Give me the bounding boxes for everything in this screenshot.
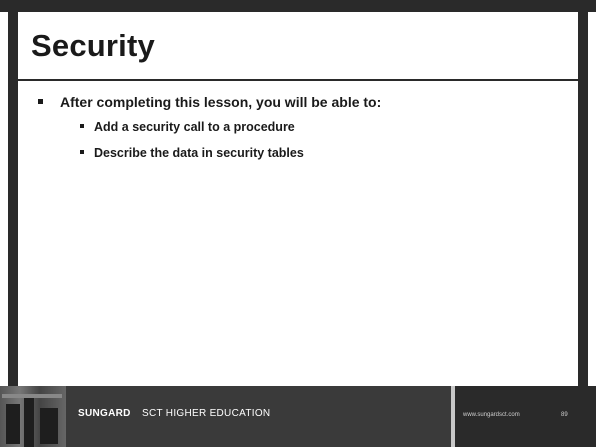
bullet-list: After completing this lesson, you will b… — [38, 92, 381, 170]
bullet-item: After completing this lesson, you will b… — [38, 92, 381, 162]
slide: Security After completing this lesson, y… — [0, 0, 596, 447]
brand-tagline: SCT HIGHER EDUCATION — [142, 408, 271, 419]
sungard-logo: SUNGARD — [78, 408, 131, 419]
page-number: 89 — [561, 412, 568, 418]
footer-brand-panel: SUNGARD SCT HIGHER EDUCATION — [66, 386, 451, 447]
square-bullet-icon — [80, 150, 84, 154]
footer-info-panel: www.sungardsct.com 89 — [455, 386, 596, 447]
footer-url[interactable]: www.sungardsct.com — [463, 412, 520, 418]
bullet-text: After completing this lesson, you will b… — [60, 94, 382, 110]
sub-bullet-list: Add a security call to a procedure Descr… — [60, 118, 381, 162]
top-border — [0, 0, 596, 12]
square-bullet-icon — [38, 99, 43, 104]
sub-bullet-text: Describe the data in security tables — [94, 146, 304, 160]
footer-bar: SUNGARD SCT HIGHER EDUCATION www.sungard… — [0, 386, 596, 447]
footer-photo-image — [0, 386, 66, 447]
slide-title: Security — [31, 28, 155, 63]
sub-bullet-text: Add a security call to a procedure — [94, 120, 295, 134]
slide-frame — [8, 12, 588, 386]
square-bullet-icon — [80, 124, 84, 128]
sub-bullet-item: Describe the data in security tables — [80, 144, 381, 162]
sub-bullet-item: Add a security call to a procedure — [80, 118, 381, 136]
title-divider — [18, 79, 578, 81]
